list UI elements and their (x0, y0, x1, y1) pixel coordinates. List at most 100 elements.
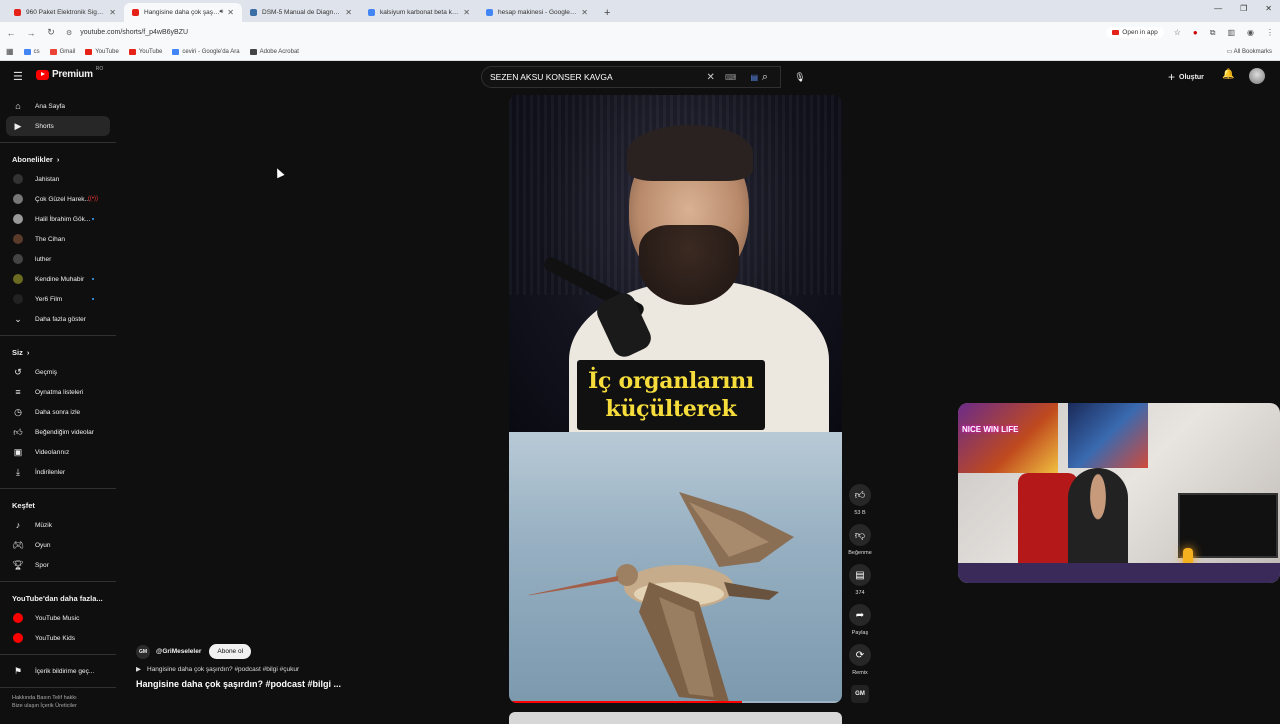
sidebar-subscription[interactable]: ⌄ Daha fazla göster (0, 309, 110, 329)
create-button[interactable]: + Oluştur (1168, 70, 1204, 84)
flag-icon: ⚑ (13, 665, 23, 676)
address-bar[interactable]: ⚙ youtube.com/shorts/f_p4wB6yBZU (66, 24, 1096, 41)
youtube-play-icon (36, 69, 49, 80)
sidebar-item[interactable]: YouTube Kids (0, 628, 110, 648)
like-button[interactable]: 👍︎ 53 B (848, 484, 872, 516)
sidebar-subscription[interactable]: Jahistan (0, 169, 110, 189)
extension-red-icon[interactable]: ● (1193, 28, 1198, 37)
share-button[interactable]: ➦ Paylaş (848, 604, 872, 636)
short-video-player[interactable]: İç organlarını küçülterek (509, 95, 842, 703)
sidebar-item[interactable]: 👍︎ Beğendiğim videolar (0, 422, 110, 442)
sidebar-item[interactable]: ▶ Shorts (6, 116, 110, 136)
bookmark-item[interactable]: YouTube (128, 48, 162, 55)
footer-links-1[interactable]: Hakkında Basın Telif hakkı (12, 694, 116, 702)
menu-icon[interactable]: ☰ (13, 70, 23, 83)
voice-search-button[interactable]: 🎙 (790, 67, 810, 87)
sound-row[interactable]: ▶ Hangisine daha çok şaşırdın? #podcast … (136, 665, 496, 674)
download-icon: ⤓ (16, 466, 20, 477)
keyboard-icon[interactable]: ⌨ (725, 73, 737, 82)
bookmark-label: ceviri - Google'da Ara (182, 48, 240, 55)
apps-icon[interactable]: ▦ (6, 47, 14, 56)
comment-icon: ▤ (849, 564, 871, 586)
tab-close-icon[interactable]: ✕ (345, 8, 352, 17)
maximize-icon[interactable]: ❐ (1240, 4, 1247, 13)
sidebar-item-label: Daha fazla göster (35, 315, 86, 323)
sidebar-subscription[interactable]: Yer6 Film (0, 289, 110, 309)
history-icon: ↺ (14, 366, 22, 377)
sidebar-item-report[interactable]: ⚑ İçerik bildirime geç... (0, 661, 110, 681)
notifications-icon[interactable]: 🔔 (1222, 69, 1234, 80)
dislike-button[interactable]: 👎︎ Beğenme (848, 524, 872, 556)
forward-icon[interactable]: → (26, 28, 36, 38)
minimize-icon[interactable]: — (1214, 4, 1222, 13)
bookmark-item[interactable]: ceviri - Google'da Ara (172, 48, 240, 55)
sidebar-subscription[interactable]: Halil İbrahim Gök... (0, 209, 110, 229)
channel-thumbnail[interactable]: GM (851, 685, 869, 703)
open-in-app-button[interactable]: Open in app (1106, 27, 1164, 38)
bookmark-item[interactable]: Gmail (49, 48, 75, 55)
sidebar-item[interactable]: ⌂ Ana Sayfa (0, 96, 110, 116)
account-avatar[interactable] (1249, 68, 1265, 84)
channel-name[interactable]: @GriMeseleler (156, 648, 201, 655)
tab-close-icon[interactable]: ✕ (463, 8, 470, 17)
youtube-app-icon (13, 633, 23, 643)
next-short-preview[interactable] (509, 712, 842, 724)
sidebar-subscription[interactable]: Çok Güzel Harek... ((•)) (0, 189, 110, 209)
remix-button[interactable]: ⟳ Remix (848, 644, 872, 676)
new-tab-button[interactable]: + (596, 7, 618, 22)
sidebar-item[interactable]: ⤓ İndirilenler (0, 462, 110, 482)
back-icon[interactable]: ← (6, 28, 16, 38)
video-caption: İç organlarını küçülterek (577, 360, 765, 430)
bookmark-item[interactable]: YouTube (85, 48, 119, 55)
browser-tab[interactable]: DSM-5 Manual de Diagnostic ✕ (242, 3, 360, 22)
reload-icon[interactable]: ↻ (46, 27, 56, 38)
sidebar-item-label: The Cihan (35, 235, 65, 243)
youtube-logo[interactable]: Premium RO (36, 66, 103, 80)
video-progress-bar[interactable] (509, 701, 842, 703)
all-bookmarks[interactable]: ▭ All Bookmarks (1227, 48, 1272, 55)
search-button[interactable]: ⌕ (748, 66, 782, 88)
search-input[interactable]: SEZEN AKSU KONSER KAVGA (490, 72, 707, 82)
clear-search-icon[interactable]: ✕ (707, 72, 715, 83)
sidebar-item[interactable]: ≡ Oynatma listeleri (0, 382, 110, 402)
sidebar-item[interactable]: YouTube Music (0, 608, 110, 628)
browser-tab[interactable]: Hangisine daha çok şaşırdı 🔊︎ ✕ (124, 3, 242, 22)
sidebar-item[interactable]: ↺ Geçmiş (0, 362, 110, 382)
tab-close-icon[interactable]: ✕ (109, 8, 116, 17)
sidepanel-icon[interactable]: ▥ (1227, 28, 1235, 37)
subscriptions-header[interactable]: Abonelikler › (0, 149, 116, 169)
sidebar-subscription[interactable]: Kendine Muhabir (0, 269, 110, 289)
streamer-webcam-overlay: NICE WIN LIFE (958, 403, 1280, 583)
footer-links-2[interactable]: Bize ulaşın İçerik Üreticiler (12, 702, 116, 710)
comments-button[interactable]: ▤ 374 (848, 564, 872, 596)
subscribe-button[interactable]: Abone ol (209, 644, 252, 659)
star-icon[interactable]: ☆ (1174, 28, 1181, 37)
bookmark-item[interactable]: Adobe Acrobat (249, 48, 299, 55)
sidebar-item[interactable]: 🎮︎ Oyun (0, 535, 110, 555)
profile-icon[interactable]: ◉ (1247, 28, 1254, 37)
sidebar-item[interactable]: ♪ Müzik (0, 515, 110, 535)
comment-count: 374 (855, 590, 865, 596)
sidebar-subscription[interactable]: luther (0, 249, 110, 269)
sidebar-item[interactable]: 🏆︎ Spor (0, 555, 110, 575)
bookmark-item[interactable]: cs (23, 48, 40, 55)
sidebar-item[interactable]: ◷ Daha sonra izle (0, 402, 110, 422)
channel-avatar[interactable]: GM (136, 644, 150, 659)
browser-tab[interactable]: hesap makinesi - Google'da Ara✕ (478, 3, 596, 22)
tab-audio-icon[interactable]: 🔊︎ (220, 9, 224, 16)
sidebar-subscription[interactable]: The Cihan (0, 229, 110, 249)
browser-tab[interactable]: 960 Paket Elektronik Sigara Tü✕ (6, 3, 124, 22)
tab-close-icon[interactable]: ✕ (227, 8, 234, 17)
menu-dots-icon[interactable]: ⋮ (1266, 28, 1274, 37)
tab-close-icon[interactable]: ✕ (581, 8, 588, 17)
tab-favicon-icon (368, 9, 375, 16)
you-header[interactable]: Siz › (0, 342, 116, 362)
short-title[interactable]: Hangisine daha çok şaşırdın? #podcast #b… (136, 679, 496, 689)
sidebar-item[interactable]: ▣ Videolarınız (0, 442, 110, 462)
close-window-icon[interactable]: ✕ (1265, 4, 1272, 13)
channel-avatar (13, 274, 23, 284)
site-info-icon[interactable]: ⚙ (66, 29, 72, 37)
puzzle-icon[interactable]: ⧉ (1210, 28, 1216, 38)
browser-tab[interactable]: kalsiyum karbonat beta karote ✕ (360, 3, 478, 22)
search-box[interactable]: SEZEN AKSU KONSER KAVGA ✕ ⌨ ▤ (481, 66, 781, 88)
